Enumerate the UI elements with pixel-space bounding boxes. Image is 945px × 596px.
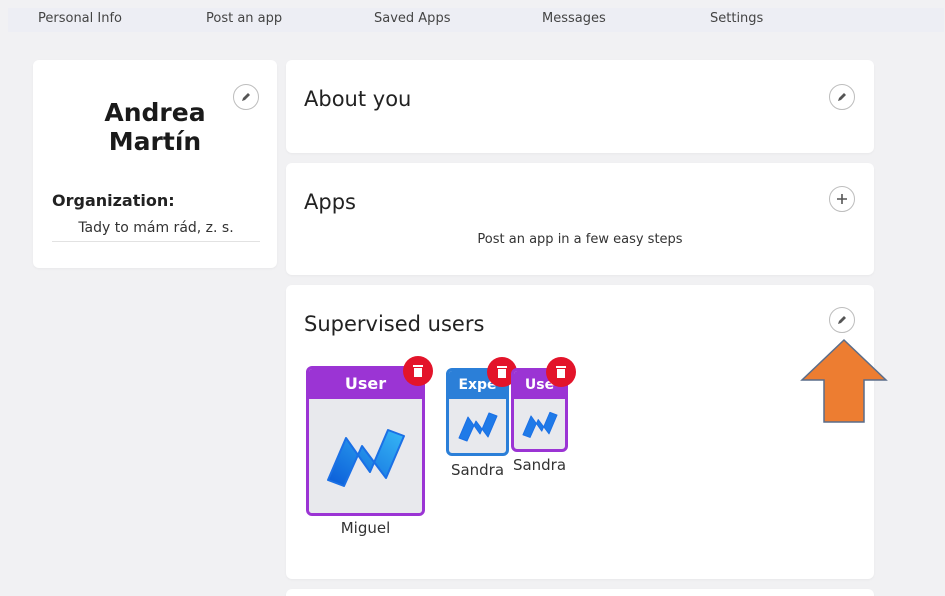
app-logo-icon — [521, 411, 558, 438]
user-avatar — [449, 399, 506, 453]
plus-icon — [837, 194, 847, 204]
nav-post-an-app[interactable]: Post an app — [206, 11, 282, 26]
up-arrow-icon — [800, 338, 888, 423]
nav-messages[interactable]: Messages — [542, 11, 606, 26]
apps-card — [286, 163, 874, 275]
app-logo-icon — [458, 412, 497, 442]
nav-saved-apps[interactable]: Saved Apps — [374, 11, 450, 26]
profile-edit-button[interactable] — [233, 84, 259, 110]
user-avatar — [514, 399, 565, 449]
trash-icon — [413, 365, 423, 377]
user-name: Sandra — [512, 456, 567, 474]
delete-user-button[interactable] — [546, 357, 576, 387]
user-name: Miguel — [340, 519, 391, 537]
pencil-icon — [242, 93, 250, 101]
organization-label: Organization: — [52, 191, 175, 210]
apps-title: Apps — [304, 190, 356, 214]
delete-user-button[interactable] — [403, 356, 433, 386]
top-nav: Personal Info Post an app Saved Apps Mes… — [8, 8, 944, 32]
supervised-user-card[interactable]: User — [306, 366, 425, 516]
user-name: Sandra — [450, 461, 505, 479]
nav-personal-info[interactable]: Personal Info — [38, 11, 122, 26]
supervised-edit-button[interactable] — [829, 307, 855, 333]
app-logo-icon — [326, 429, 405, 487]
about-title: About you — [304, 87, 412, 111]
pencil-icon — [838, 316, 846, 324]
apps-subtitle: Post an app in a few easy steps — [477, 232, 683, 247]
organization-value: Tady to mám rád, z. s. — [52, 220, 260, 242]
about-edit-button[interactable] — [829, 84, 855, 110]
supervised-title: Supervised users — [304, 312, 485, 336]
pencil-icon — [838, 93, 846, 101]
add-app-button[interactable] — [829, 186, 855, 212]
nav-settings[interactable]: Settings — [710, 11, 763, 26]
profile-last-name: Martín — [108, 127, 202, 156]
user-avatar — [309, 399, 422, 513]
next-card — [286, 589, 874, 596]
trash-icon — [556, 366, 566, 378]
trash-icon — [497, 366, 507, 378]
